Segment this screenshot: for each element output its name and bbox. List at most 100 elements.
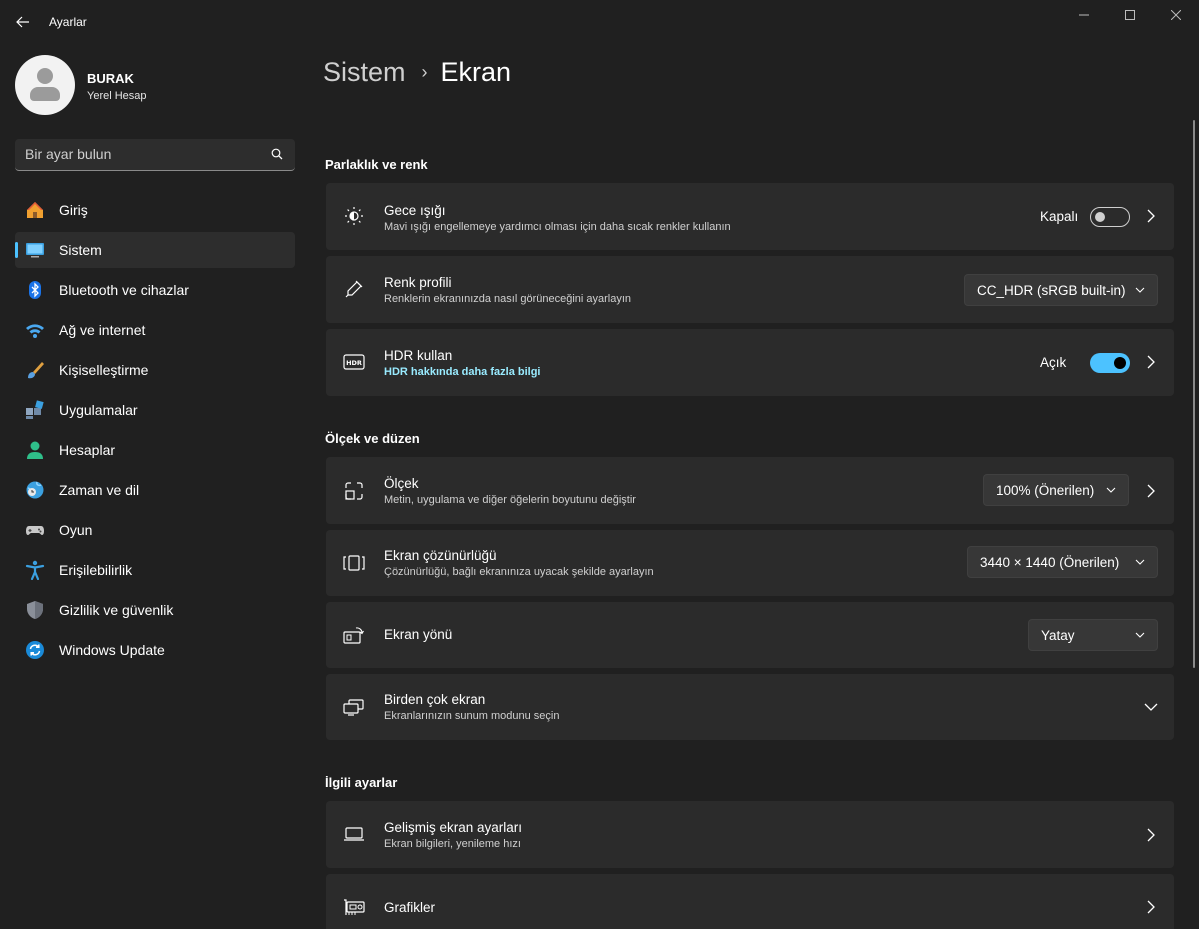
close-button[interactable] bbox=[1153, 0, 1199, 30]
resolution-icon bbox=[343, 552, 365, 574]
hdr-info-link[interactable]: HDR hakkında daha fazla bilgi bbox=[384, 366, 540, 378]
breadcrumb: Sistem › Ekran bbox=[323, 57, 511, 88]
search-icon[interactable] bbox=[271, 148, 283, 160]
sidebar-item-label: Kişiselleştirme bbox=[59, 362, 149, 378]
chevron-right-icon[interactable] bbox=[1144, 209, 1158, 223]
maximize-button[interactable] bbox=[1107, 0, 1153, 30]
chevron-down-icon bbox=[1135, 559, 1145, 565]
advanced-display-card[interactable]: Gelişmiş ekran ayarları Ekran bilgileri,… bbox=[326, 801, 1174, 868]
sidebar-item-label: Uygulamalar bbox=[59, 402, 138, 418]
chevron-right-icon[interactable] bbox=[1144, 828, 1158, 842]
sidebar-item-privacy[interactable]: Gizlilik ve güvenlik bbox=[15, 592, 295, 628]
sidebar-item-label: Zaman ve dil bbox=[59, 482, 140, 498]
orientation-title: Ekran yönü bbox=[384, 627, 453, 642]
hdr-icon: HDR bbox=[343, 351, 365, 373]
shield-icon bbox=[25, 600, 45, 620]
gamepad-icon bbox=[25, 520, 45, 540]
section-title-brightness: Parlaklık ve renk bbox=[325, 157, 428, 172]
accessibility-icon bbox=[25, 560, 45, 580]
sidebar-item-gaming[interactable]: Oyun bbox=[15, 512, 295, 548]
search-input[interactable] bbox=[25, 146, 255, 162]
multiple-displays-icon bbox=[343, 696, 365, 718]
scrollbar[interactable] bbox=[1193, 120, 1195, 668]
sidebar-item-time-language[interactable]: Zaman ve dil bbox=[15, 472, 295, 508]
multiple-displays-card[interactable]: Birden çok ekran Ekranlarınızın sunum mo… bbox=[326, 674, 1174, 740]
breadcrumb-parent[interactable]: Sistem bbox=[323, 57, 406, 88]
sidebar-item-label: Erişilebilirlik bbox=[59, 562, 133, 578]
chevron-down-icon bbox=[1135, 632, 1145, 638]
chevron-down-icon[interactable] bbox=[1144, 700, 1158, 714]
advanced-display-title: Gelişmiş ekran ayarları bbox=[384, 820, 523, 835]
hdr-toggle[interactable] bbox=[1090, 353, 1130, 373]
back-button[interactable] bbox=[8, 8, 38, 36]
sidebar-nav: Giriş Sistem Bluetooth ve cihazlar Ağ ve… bbox=[15, 192, 295, 672]
minimize-icon bbox=[1079, 14, 1089, 16]
scale-card[interactable]: Ölçek Metin, uygulama ve diğer öğelerin … bbox=[326, 457, 1174, 524]
brush-icon bbox=[25, 360, 45, 380]
graphics-card[interactable]: Grafikler bbox=[326, 874, 1174, 929]
page-title: Ekran bbox=[440, 57, 512, 87]
wifi-icon bbox=[25, 320, 45, 340]
brightness-icon bbox=[343, 205, 365, 227]
sidebar-item-home[interactable]: Giriş bbox=[15, 192, 295, 228]
app-title: Ayarlar bbox=[49, 15, 87, 29]
laptop-icon bbox=[343, 823, 365, 845]
color-profile-title: Renk profili bbox=[384, 275, 452, 290]
account-type: Yerel Hesap bbox=[87, 90, 147, 102]
section-title-scale-layout: Ölçek ve düzen bbox=[325, 431, 420, 446]
section-title-related: İlgili ayarlar bbox=[325, 775, 398, 790]
sidebar-item-label: Giriş bbox=[59, 202, 88, 218]
night-light-title: Gece ışığı bbox=[384, 203, 446, 218]
scale-subtitle: Metin, uygulama ve diğer öğelerin boyutu… bbox=[384, 494, 636, 506]
color-profile-subtitle: Renklerin ekranınızda nasıl görüneceğini… bbox=[384, 293, 632, 305]
sidebar-item-personalization[interactable]: Kişiselleştirme bbox=[15, 352, 295, 388]
resolution-subtitle: Çözünürlüğü, bağlı ekranınıza uyacak şek… bbox=[384, 566, 654, 578]
chevron-down-icon bbox=[1106, 487, 1116, 493]
sidebar-item-apps[interactable]: Uygulamalar bbox=[15, 392, 295, 428]
sidebar-item-bluetooth[interactable]: Bluetooth ve cihazlar bbox=[15, 272, 295, 308]
home-icon bbox=[25, 200, 45, 220]
sidebar-item-accessibility[interactable]: Erişilebilirlik bbox=[15, 552, 295, 588]
eyedropper-icon bbox=[343, 278, 365, 300]
sidebar-item-label: Sistem bbox=[59, 242, 102, 258]
chevron-down-icon bbox=[1135, 287, 1145, 293]
multiple-displays-title: Birden çok ekran bbox=[384, 692, 486, 707]
graphics-card-icon bbox=[343, 896, 365, 918]
chevron-right-icon[interactable] bbox=[1144, 484, 1158, 498]
orientation-dropdown[interactable]: Yatay bbox=[1028, 619, 1158, 651]
scale-value: 100% (Önerilen) bbox=[996, 483, 1095, 498]
hdr-card[interactable]: HDR HDR kullan HDR hakkında daha fazla b… bbox=[326, 329, 1174, 396]
advanced-display-subtitle: Ekran bilgileri, yenileme hızı bbox=[384, 838, 521, 850]
sidebar-item-label: Oyun bbox=[59, 522, 93, 538]
resolution-value: 3440 × 1440 (Önerilen) bbox=[980, 555, 1120, 570]
chevron-right-icon[interactable] bbox=[1144, 900, 1158, 914]
sidebar-item-label: Bluetooth ve cihazlar bbox=[59, 282, 189, 298]
night-light-toggle[interactable] bbox=[1090, 207, 1130, 227]
apps-icon bbox=[25, 400, 45, 420]
minimize-button[interactable] bbox=[1061, 0, 1107, 30]
sidebar-item-system[interactable]: Sistem bbox=[15, 232, 295, 268]
chevron-right-icon[interactable] bbox=[1144, 355, 1158, 369]
sidebar-item-label: Hesaplar bbox=[59, 442, 116, 458]
title-bar: Ayarlar bbox=[0, 0, 1199, 44]
sidebar-item-accounts[interactable]: Hesaplar bbox=[15, 432, 295, 468]
scale-dropdown[interactable]: 100% (Önerilen) bbox=[983, 474, 1129, 506]
sidebar-item-network[interactable]: Ağ ve internet bbox=[15, 312, 295, 348]
monitor-icon bbox=[25, 240, 45, 260]
orientation-icon bbox=[343, 624, 365, 646]
breadcrumb-separator: › bbox=[421, 62, 428, 82]
color-profile-dropdown[interactable]: CC_HDR (sRGB built-in) bbox=[964, 274, 1158, 306]
multiple-displays-subtitle: Ekranlarınızın sunum modunu seçin bbox=[384, 710, 560, 722]
color-profile-card: Renk profili Renklerin ekranınızda nasıl… bbox=[326, 256, 1174, 323]
resolution-card: Ekran çözünürlüğü Çözünürlüğü, bağlı ekr… bbox=[326, 530, 1174, 596]
resolution-dropdown[interactable]: 3440 × 1440 (Önerilen) bbox=[967, 546, 1158, 578]
night-light-card[interactable]: Gece ışığı Mavi ışığı engellemeye yardım… bbox=[326, 183, 1174, 250]
scale-title: Ölçek bbox=[384, 476, 419, 491]
settings-search[interactable] bbox=[15, 139, 295, 171]
close-icon bbox=[1171, 10, 1181, 20]
sidebar-item-windows-update[interactable]: Windows Update bbox=[15, 632, 295, 668]
arrow-left-icon bbox=[16, 16, 29, 28]
user-name: BURAK bbox=[87, 71, 134, 86]
sidebar-item-label: Gizlilik ve güvenlik bbox=[59, 602, 174, 618]
svg-text:HDR: HDR bbox=[346, 359, 362, 367]
